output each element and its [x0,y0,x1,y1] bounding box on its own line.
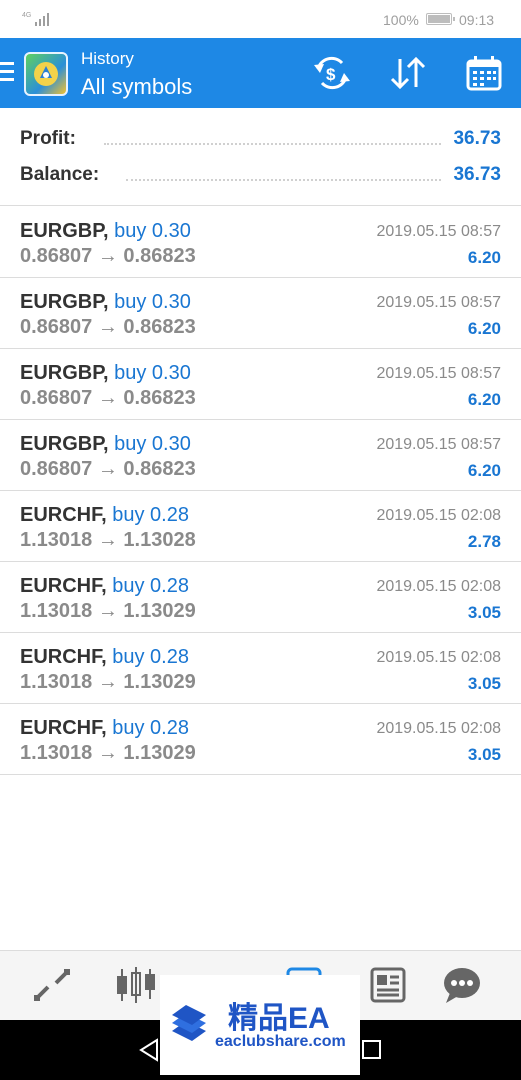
deal-time: 2019.05.15 08:57 [376,223,501,240]
header-subtitle: History [81,49,134,68]
deal-row[interactable]: EURCHF, buy 0.28 1.13018 → 1.13029 2019.05… [0,562,521,633]
watermark-logo: 精品EA eaclubshare.com [160,975,360,1075]
deal-prices: 0.86807 → 0.86823 [20,458,196,480]
calendar-icon[interactable] [464,55,504,91]
network-type-label: 4G [22,12,31,19]
deal-symbol-name: EURGBP, [20,291,109,313]
deal-row[interactable]: EURGBP, buy 0.30 0.86807 → 0.86823 2019.05… [0,420,521,491]
deal-symbol-name: EURCHF, [20,646,107,668]
deal-symbol: EURCHF, buy 0.28 [20,646,189,669]
watermark-books-icon [172,1005,206,1041]
deal-symbol-name: EURGBP, [20,362,109,384]
app-bar: History All symbols $ [0,38,521,108]
deal-prices: 0.86807 → 0.86823 [20,387,196,409]
header-title[interactable]: All symbols [81,74,192,100]
deal-symbol-name: EURGBP, [20,433,109,455]
deal-symbol: EURGBP, buy 0.30 [20,291,191,314]
deal-row[interactable]: EURCHF, buy 0.28 1.13018 → 1.13029 2019.05… [0,633,521,704]
svg-text:$: $ [326,65,336,84]
deal-profit: 2.78 [467,532,501,551]
battery-percent: 100% [383,12,419,28]
deal-profit: 3.05 [467,603,501,622]
deal-symbol: EURCHF, buy 0.28 [20,504,189,527]
deal-row[interactable]: EURCHF, buy 0.28 1.13018 → 1.13028 2019.05… [0,491,521,562]
dotted-leader [104,143,441,145]
chart-icon[interactable] [114,965,158,1005]
summary-panel: Profit: 36.73 Balance: 36.73 [0,108,521,206]
watermark-url: eaclubshare.com [215,1033,346,1050]
deal-prices: 1.13018 → 1.13029 [20,600,196,622]
back-icon[interactable] [138,1038,160,1062]
deal-type: buy 0.28 [112,504,189,526]
recents-icon[interactable] [362,1040,381,1059]
deal-row[interactable]: EURGBP, buy 0.30 0.86807 → 0.86823 2019.05… [0,349,521,420]
deal-time: 2019.05.15 02:08 [376,720,501,737]
profit-row: Profit: 36.73 [20,128,501,158]
deal-prices: 1.13018 → 1.13029 [20,742,196,764]
menu-icon[interactable] [0,62,15,84]
balance-row: Balance: 36.73 [20,164,501,194]
deal-row[interactable]: EURCHF, buy 0.28 1.13018 → 1.13029 2019.05… [0,704,521,775]
deal-row[interactable]: EURGBP, buy 0.30 0.86807 → 0.86823 2019.05… [0,207,521,278]
quotes-icon[interactable] [30,965,74,1005]
deal-time: 2019.05.15 02:08 [376,649,501,666]
deal-time: 2019.05.15 08:57 [376,294,501,311]
deal-type: buy 0.28 [112,646,189,668]
battery-icon [426,13,455,25]
clock: 09:13 [459,12,495,28]
deal-prices: 1.13018 → 1.13029 [20,671,196,693]
profit-value: 36.73 [453,128,501,149]
news-icon[interactable] [366,965,410,1005]
deal-symbol-name: EURCHF, [20,717,107,739]
deal-type: buy 0.30 [114,362,191,384]
app-logo [24,52,68,96]
deal-time: 2019.05.15 02:08 [376,507,501,524]
deal-type: buy 0.30 [114,220,191,242]
status-bar: 4G 100% 09:13 [0,0,521,38]
deal-time: 2019.05.15 08:57 [376,436,501,453]
deal-symbol: EURCHF, buy 0.28 [20,575,189,598]
deal-symbol: EURGBP, buy 0.30 [20,362,191,385]
deal-prices: 1.13018 → 1.13028 [20,529,196,551]
deal-symbol: EURCHF, buy 0.28 [20,717,189,740]
balance-value: 36.73 [453,164,501,185]
deal-time: 2019.05.15 08:57 [376,365,501,382]
deal-row[interactable]: EURGBP, buy 0.30 0.86807 → 0.86823 2019.05… [0,278,521,349]
signal-icon: 4G [22,12,49,26]
profit-label: Profit: [20,128,76,149]
deal-profit: 6.20 [467,319,501,338]
deal-symbol: EURGBP, buy 0.30 [20,433,191,456]
chat-icon[interactable] [440,965,484,1005]
deal-symbol-name: EURCHF, [20,575,107,597]
watermark-title: 精品EA [228,1002,330,1035]
deal-profit: 3.05 [467,674,501,693]
deal-type: buy 0.30 [114,433,191,455]
deal-profit: 6.20 [467,248,501,267]
deal-type: buy 0.30 [114,291,191,313]
deal-symbol-name: EURGBP, [20,220,109,242]
deal-symbol: EURGBP, buy 0.30 [20,220,191,243]
dotted-leader [126,179,441,181]
deal-profit: 3.05 [467,745,501,764]
deal-type: buy 0.28 [112,717,189,739]
currency-exchange-icon[interactable]: $ [312,55,352,91]
deal-profit: 6.20 [467,461,501,480]
deal-profit: 6.20 [467,390,501,409]
balance-label: Balance: [20,164,100,185]
deal-prices: 0.86807 → 0.86823 [20,316,196,338]
sort-icon[interactable] [388,55,428,91]
deal-prices: 0.86807 → 0.86823 [20,245,196,267]
deal-symbol-name: EURCHF, [20,504,107,526]
deal-time: 2019.05.15 02:08 [376,578,501,595]
deal-type: buy 0.28 [112,575,189,597]
